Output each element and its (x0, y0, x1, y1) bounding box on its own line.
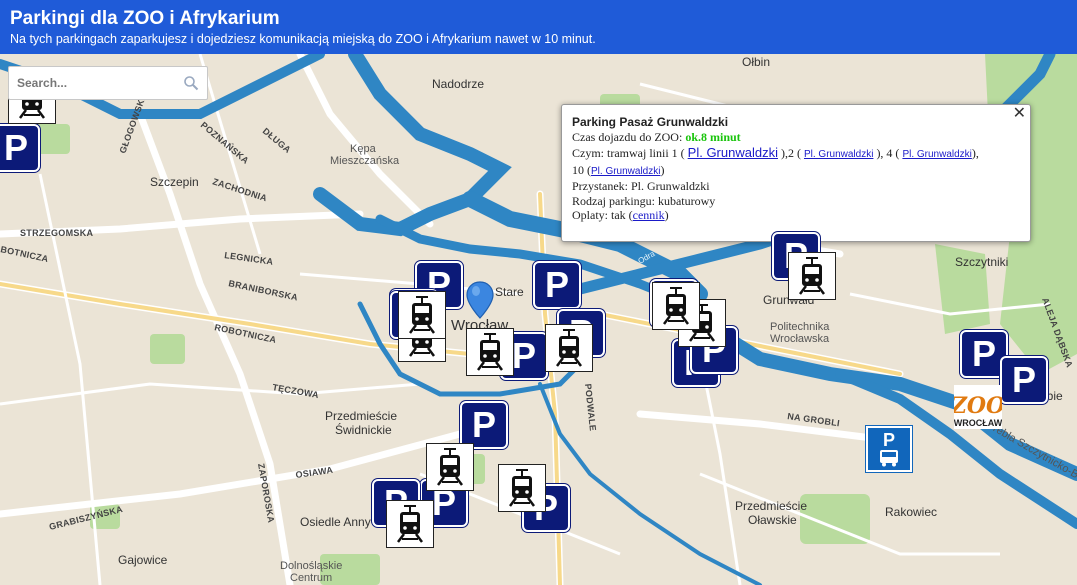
label-przedmiescie-ol: Przedmieście (735, 499, 807, 513)
park-and-ride-bus-sign[interactable]: P (866, 426, 912, 472)
popup-czym-line2-suffix: ) (660, 162, 665, 177)
popup-rodzaj: Rodzaj parkingu: kubaturowy (572, 193, 716, 208)
popup-czym-row: Czym: tramwaj linii 1 ( Pl. Grunwaldzki … (572, 145, 1020, 163)
label-gajowice: Gajowice (118, 553, 168, 567)
bus-icon (880, 450, 898, 467)
label-osiedle-anny: Osiedle Anny (300, 515, 371, 529)
tram-stop-icon[interactable] (398, 291, 446, 339)
popup-czym-line2-prefix: 10 ( (572, 162, 591, 177)
label-nadodrze: Nadodrze (432, 77, 484, 91)
label-politechnika-2: Wrocławska (770, 333, 830, 345)
parking-info-popup: ✕ Parking Pasaż Grunwaldzki Czas dojazdu… (561, 104, 1031, 251)
label-kepa-2: Mieszczańska (330, 155, 400, 167)
popup-time-label: Czas dojazdu do ZOO: (572, 129, 683, 144)
popup-czym-mid1: ),2 ( (780, 146, 801, 160)
label-stare: Stare (495, 285, 524, 299)
zoo-logo-text: ZOO (954, 393, 1002, 419)
label-szczytniki: Szczytniki (955, 255, 1008, 269)
app-header: Parkingi dla ZOO i Afrykarium Na tych pa… (0, 0, 1077, 54)
zoo-logo-sub: WROCŁAW (954, 418, 1002, 428)
parking-marker-label: P (1011, 359, 1036, 400)
label-przedmiescie-sw-2: Świdnickie (335, 422, 392, 437)
tram-stop-icon[interactable] (498, 464, 546, 512)
parking-marker[interactable]: P (0, 124, 40, 172)
search-box (8, 66, 208, 100)
popup-czym-mid2: ), 4 ( (876, 146, 900, 160)
bus-sign-label: P (882, 430, 895, 450)
location-pin-icon[interactable] (466, 281, 494, 319)
label-dolnoslaskie: Dolnośląskie (280, 560, 342, 572)
page-subtitle: Na tych parkingach zaparkujesz i dojedzi… (10, 32, 596, 46)
parking-marker[interactable]: P (533, 261, 581, 309)
link-pl-grunwaldzki-4[interactable]: Pl. Grunwaldzki (591, 166, 660, 177)
parking-marker[interactable]: P (1000, 356, 1048, 404)
popup-czym-mid3: ), (971, 146, 979, 160)
label-dolnoslaskie-2: Centrum (290, 572, 332, 584)
tram-stop-icon[interactable] (466, 328, 514, 376)
label-rakowiec: Rakowiec (885, 505, 937, 519)
link-pl-grunwaldzki-3[interactable]: Pl. Grunwaldzki (902, 149, 971, 160)
label-kepa: Kępa (350, 143, 377, 155)
label-strzegomska: STRZEGOMSKA (20, 228, 94, 238)
popup-time-row: Czas dojazdu do ZOO: ok.8 minut (572, 130, 1020, 145)
tram-stop-icon[interactable] (386, 500, 434, 548)
link-pl-grunwaldzki-1[interactable]: Pl. Grunwaldzki (688, 145, 778, 160)
popup-oplaty-prefix: Oplaty: tak ( (572, 208, 633, 222)
popup-time-value: ok.8 minut (685, 129, 741, 144)
link-cennik[interactable]: cennik (633, 208, 665, 222)
parking-marker[interactable]: P (460, 401, 508, 449)
map-canvas[interactable]: Ołbin Nadodrze Kępa Mieszczańska Szczepi… (0, 54, 1077, 585)
tram-stop-icon[interactable] (788, 252, 836, 300)
popup-czym-row-2: 10 (Pl. Grunwaldzki) (572, 163, 1020, 180)
parking-marker-label: P (971, 333, 996, 374)
close-icon[interactable]: ✕ (1013, 105, 1026, 121)
tram-stop-icon[interactable] (426, 443, 474, 491)
parking-marker-label: P (471, 404, 496, 445)
popup-oplaty-row: Oplaty: tak (cennik) (572, 208, 1020, 223)
label-szczepin: Szczepin (150, 175, 199, 189)
label-olbin: Ołbin (742, 55, 770, 69)
label-przedmiescie-sw: Przedmieście (325, 409, 397, 423)
label-przedmiescie-ol-2: Oławskie (748, 513, 797, 527)
parking-marker-label: P (3, 127, 28, 168)
popup-title: Parking Pasaż Grunwaldzki (572, 115, 729, 129)
label-politechnika: Politechnika (770, 321, 830, 333)
zoo-logo-icon[interactable]: ZOO WROCŁAW (954, 385, 1002, 429)
popup-przystanek: Przystanek: Pl. Grunwaldzki (572, 179, 710, 193)
popup-oplaty-suffix: ) (664, 208, 669, 222)
page-title: Parkingi dla ZOO i Afrykarium (10, 8, 280, 29)
parking-marker-label: P (544, 264, 569, 305)
search-icon[interactable] (183, 75, 199, 91)
popup-czym-prefix: Czym: tramwaj linii 1 ( (572, 146, 685, 160)
search-input[interactable] (17, 76, 183, 90)
link-pl-grunwaldzki-2[interactable]: Pl. Grunwaldzki (804, 149, 873, 160)
parking-marker-label: P (511, 335, 536, 376)
tram-stop-icon[interactable] (545, 324, 593, 372)
tram-stop-icon[interactable] (652, 282, 700, 330)
